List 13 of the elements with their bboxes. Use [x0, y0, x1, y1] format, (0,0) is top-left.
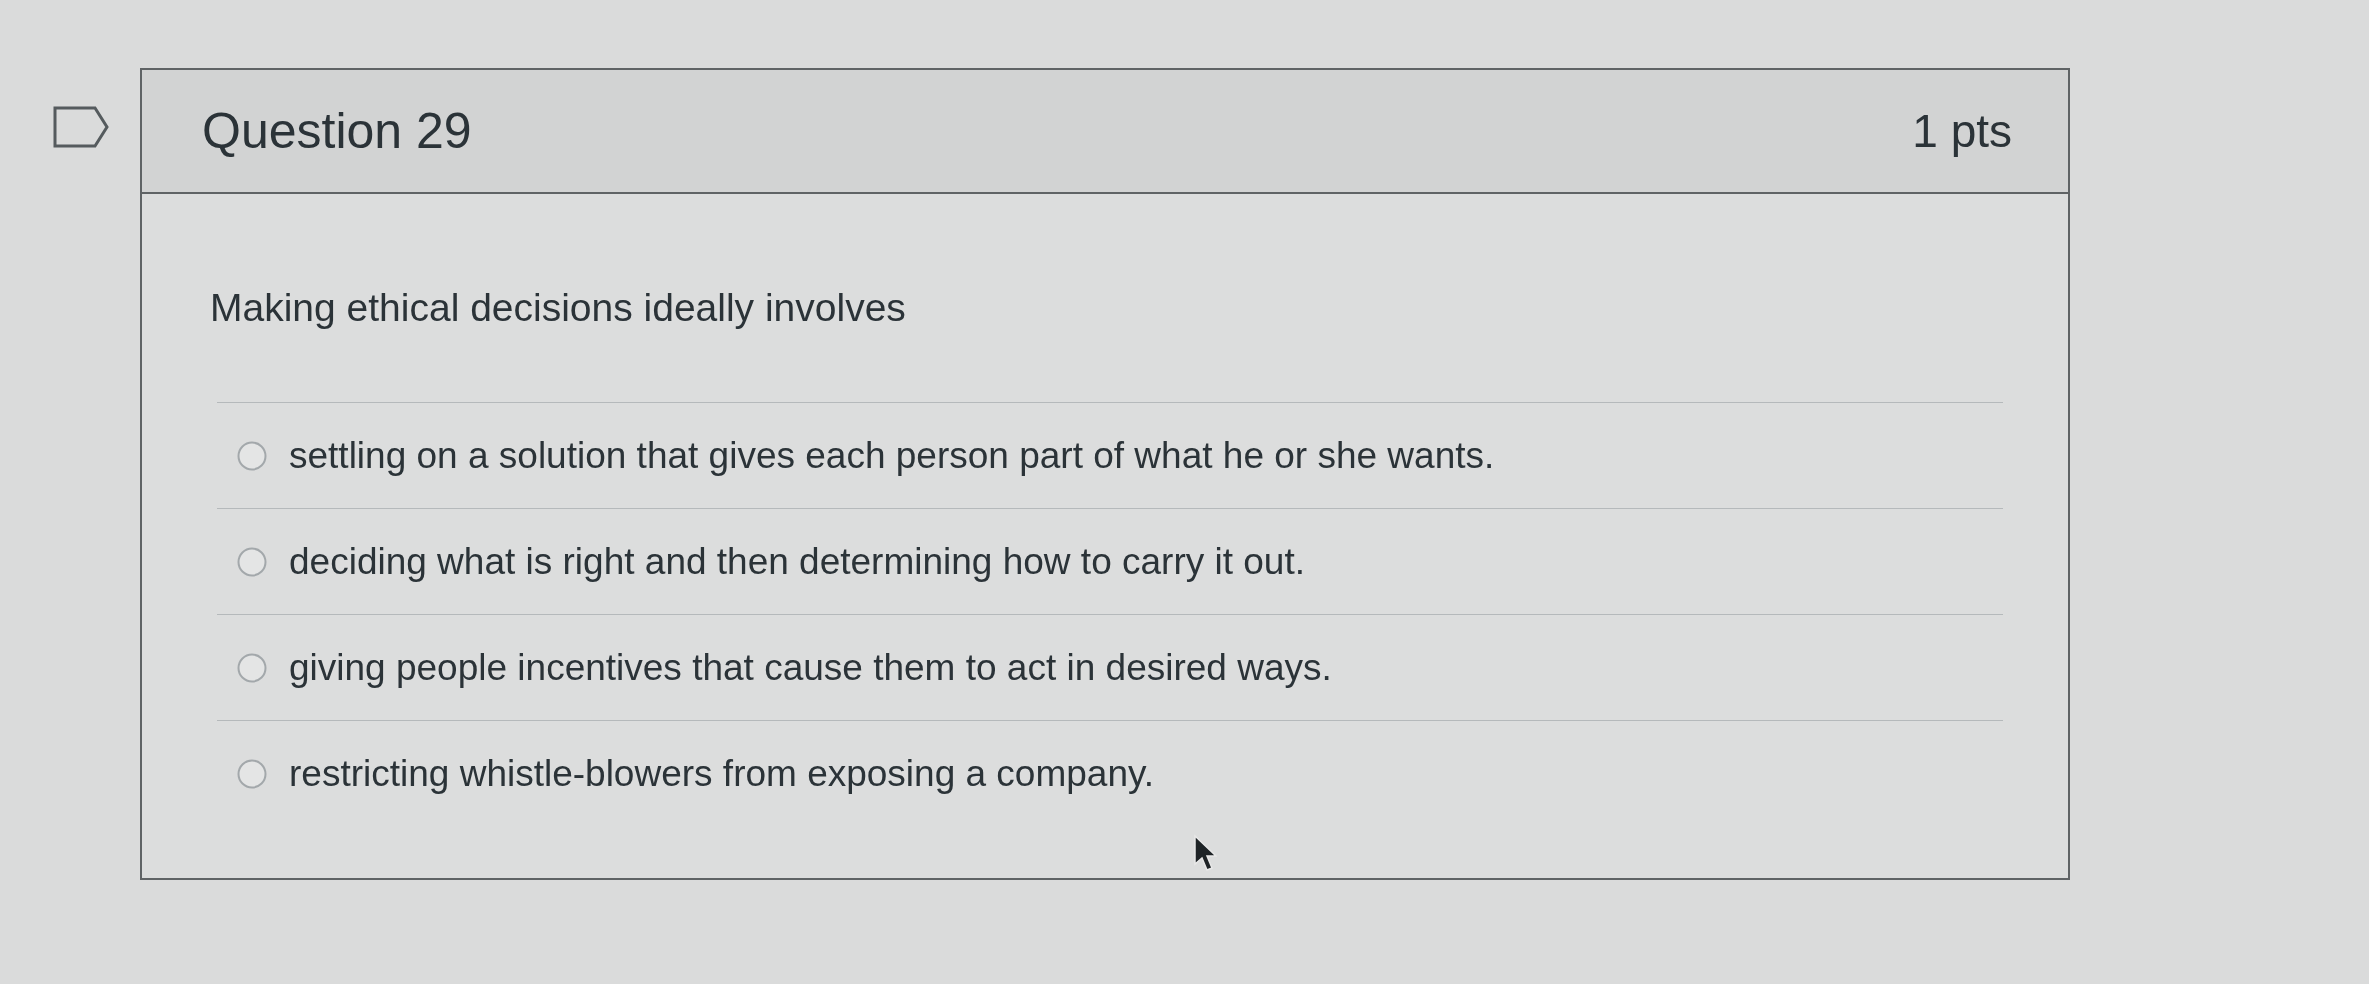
answer-option[interactable]: restricting whistle-blowers from exposing a company. — [289, 745, 1155, 802]
question-title: Question 29 — [202, 101, 472, 161]
flag-icon[interactable] — [53, 106, 109, 148]
radio-button[interactable] — [237, 440, 267, 471]
answer-option[interactable]: giving people incentives that cause them to act in desired ways. — [289, 639, 1332, 696]
radio-button[interactable] — [237, 652, 267, 683]
question-text: Making ethical decisions ideally involves — [210, 285, 907, 331]
radio-button[interactable] — [237, 546, 267, 577]
radio-button[interactable] — [237, 758, 267, 789]
points-label: 1 pts — [1912, 103, 2012, 159]
mouse-pointer-icon — [1193, 834, 1217, 872]
answer-option[interactable]: deciding what is right and then determining how to carry it out. — [289, 533, 1305, 590]
answer-option[interactable]: settling on a solution that gives each person part of what he or she wants. — [289, 427, 1495, 484]
